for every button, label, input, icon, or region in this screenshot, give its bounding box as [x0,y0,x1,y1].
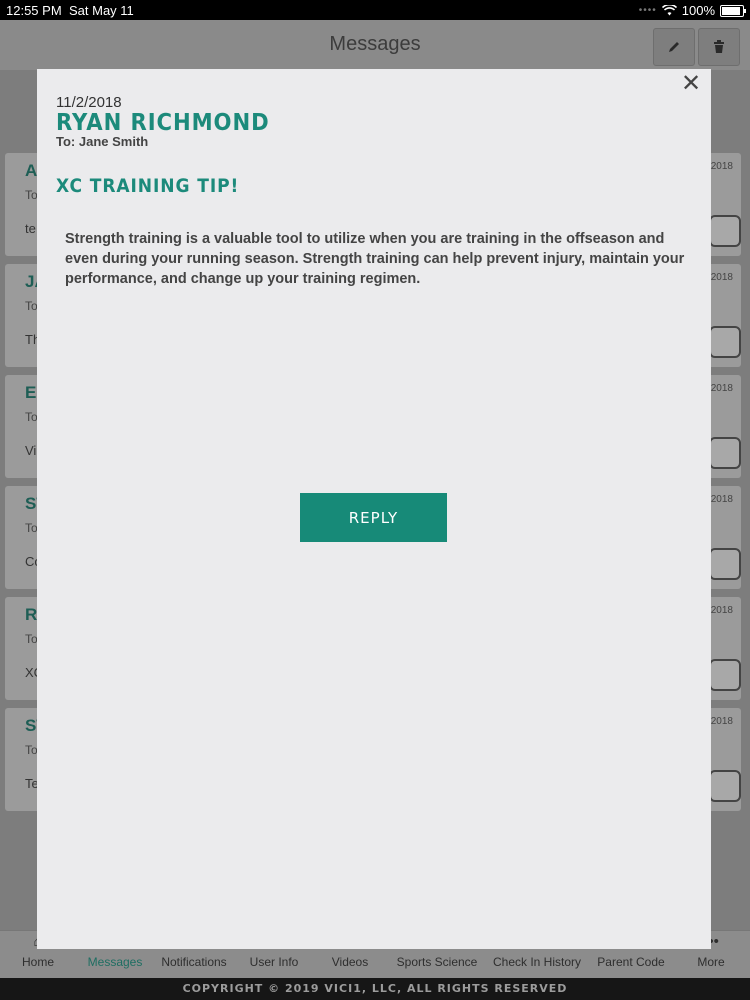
message-modal: ✕ 11/2/2018 RYAN RICHMOND To: Jane Smith… [37,69,711,949]
list-item-checkbox[interactable] [709,437,741,469]
message-sender: RYAN RICHMOND [56,110,270,136]
list-item-date: /2018 [707,605,733,616]
list-item-to: To [25,299,38,313]
tab-home[interactable]: Home [22,955,54,969]
tab-more[interactable]: More [697,955,724,969]
list-item-to: To [25,410,38,424]
wifi-icon [661,5,677,16]
status-time: 12:55 PM [6,3,62,18]
page-title: Messages [329,33,421,55]
app-header: Messages [0,20,750,71]
list-item-date: /2018 [707,494,733,505]
compose-button[interactable] [653,28,695,66]
tab-messages[interactable]: Messages [88,955,143,969]
list-item-date: /2018 [707,161,733,172]
message-recipient: To: Jane Smith [56,134,149,149]
list-item-date: /2018 [707,383,733,394]
copyright-footer: COPYRIGHT © 2019 VICI1, LLC, ALL RIGHTS … [0,978,750,1000]
list-item-to: To [25,743,38,757]
tab-notifications[interactable]: Notifications [161,955,226,969]
list-item-to: To [25,521,38,535]
battery-icon [720,4,746,17]
close-icon[interactable]: ✕ [679,71,703,95]
list-item-checkbox[interactable] [709,326,741,358]
list-item-date: /2018 [707,272,733,283]
tab-sports-science[interactable]: Sports Science [397,955,478,969]
list-item-snippet: Vi [25,443,37,458]
delete-button[interactable] [698,28,740,66]
list-item-snippet: te [25,221,36,236]
message-subject: XC TRAINING TIP! [56,175,240,197]
status-bar: 12:55 PM Sat May 11 •••• 100% [0,0,750,20]
list-item-checkbox[interactable] [709,215,741,247]
list-item-to: To [25,188,38,202]
list-item-checkbox[interactable] [709,548,741,580]
pencil-icon [669,42,679,52]
status-date: Sat May 11 [69,3,134,18]
list-item-sender: R [25,605,38,624]
message-body: Strength training is a valuable tool to … [65,231,685,287]
tab-check-in-history[interactable]: Check In History [493,955,581,969]
list-item-date: /2018 [707,716,733,727]
list-item-checkbox[interactable] [709,770,741,802]
message-date: 11/2/2018 [56,94,122,111]
battery-percent: 100% [681,3,715,18]
list-item-sender: A [25,161,38,180]
signal-dots-icon: •••• [638,5,657,16]
tab-parent-code[interactable]: Parent Code [597,955,664,969]
list-item-to: To [25,632,38,646]
status-right: •••• 100% [638,3,746,18]
trash-icon [714,40,724,53]
reply-button[interactable]: REPLY [300,493,447,542]
tab-user-info[interactable]: User Info [250,955,299,969]
list-item-checkbox[interactable] [709,659,741,691]
tab-videos[interactable]: Videos [332,955,368,969]
